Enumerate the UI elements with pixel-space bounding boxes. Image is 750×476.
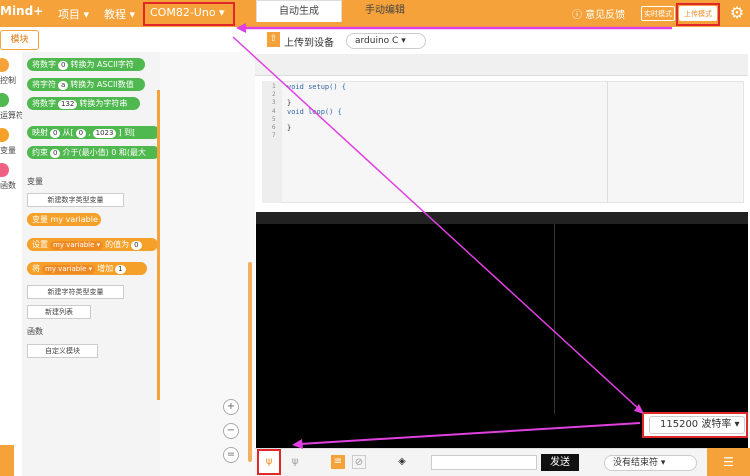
- new-list-button[interactable]: 新建列表: [27, 305, 91, 319]
- upload-to-device-button[interactable]: 上传到设备: [284, 34, 334, 49]
- variable-section-title: 变量: [27, 177, 43, 186]
- code-line: void setup() {: [287, 83, 347, 91]
- port-selector[interactable]: COM82-Uno ▾: [150, 6, 225, 19]
- code-line: }: [287, 124, 292, 132]
- code-line: }: [287, 99, 292, 107]
- tab-manual-edit[interactable]: 手动编辑: [342, 0, 428, 22]
- corner-widget-icon[interactable]: ☰: [707, 448, 750, 476]
- category-variable-label[interactable]: 变量: [0, 145, 16, 156]
- serial-divider: [554, 224, 555, 414]
- gear-icon[interactable]: ⚙: [727, 3, 747, 23]
- mindplus-logo: Mind+: [0, 4, 44, 18]
- new-string-variable-button[interactable]: 新建字符类型变量: [27, 285, 124, 299]
- send-button[interactable]: 发送: [541, 454, 579, 471]
- upload-mode-button[interactable]: 上传模式: [679, 6, 717, 21]
- block-change-variable[interactable]: 将 my variable ▾ 增加 1: [27, 262, 147, 275]
- block-num-to-ascii[interactable]: 将数字 0 转换为 ASCII字符: [27, 58, 145, 71]
- upload-icon[interactable]: ⇧: [267, 32, 280, 47]
- line-number: 6: [272, 124, 276, 131]
- category-function-label[interactable]: 函数: [0, 180, 16, 191]
- editor-divider: [607, 81, 608, 203]
- block-map[interactable]: 映射 0 从[0, 1023] 到[: [27, 126, 160, 139]
- zoom-in-icon[interactable]: +: [223, 399, 239, 415]
- code-line: void loop() {: [287, 108, 342, 116]
- category-control-label[interactable]: 控制: [0, 75, 16, 86]
- menu-project[interactable]: 项目 ▾: [58, 6, 89, 22]
- custom-module-button[interactable]: 自定义模块: [27, 344, 98, 358]
- workspace-scrollbar[interactable]: [248, 262, 252, 462]
- block-char-to-ascii[interactable]: 将字符 a 转换为 ASCII数值: [27, 78, 145, 91]
- line-ending-select[interactable]: 没有结束符 ▾: [604, 455, 697, 471]
- line-number: 7: [272, 132, 276, 139]
- feedback-link[interactable]: ⓘ 意见反馈: [572, 6, 625, 21]
- extension-button[interactable]: [0, 445, 14, 476]
- realtime-mode-button[interactable]: 实时模式: [641, 6, 675, 21]
- plot-icon[interactable]: ◈: [395, 455, 409, 469]
- menu-tutorial[interactable]: 教程 ▾: [104, 6, 135, 22]
- line-number: 5: [272, 116, 276, 123]
- block-constrain[interactable]: 约束 0 介于(最小值) 0 和(最大: [27, 146, 160, 159]
- block-num-to-string[interactable]: 将数字 132 转换为字符串: [27, 97, 140, 110]
- scroll-lock-icon[interactable]: ≡: [331, 455, 345, 469]
- serial-send-input[interactable]: [431, 455, 537, 470]
- usb-disconnect-icon[interactable]: ψ: [288, 455, 302, 469]
- tab-auto-generate[interactable]: 自动生成: [256, 0, 342, 22]
- clear-output-icon[interactable]: ⊘: [352, 455, 366, 469]
- block-workspace[interactable]: [160, 52, 255, 476]
- function-section-title: 函数: [27, 327, 43, 336]
- zoom-reset-icon[interactable]: =: [223, 447, 239, 463]
- new-number-variable-button[interactable]: 新建数字类型变量: [27, 193, 124, 207]
- zoom-out-icon[interactable]: −: [223, 423, 239, 439]
- serial-monitor-header: [256, 212, 748, 224]
- line-number: 4: [272, 108, 276, 115]
- code-editor[interactable]: [262, 81, 744, 203]
- block-variable[interactable]: 变量 my variable: [27, 213, 101, 226]
- line-number: 1: [272, 83, 276, 90]
- line-number: 3: [272, 99, 276, 106]
- line-number: 2: [272, 91, 276, 98]
- board-select[interactable]: arduino C ▾: [346, 33, 426, 49]
- module-tab[interactable]: 模块: [0, 30, 39, 50]
- code-tabs: [255, 54, 748, 76]
- baud-rate-select[interactable]: 115200 波特率 ▾: [649, 416, 745, 434]
- usb-connect-icon[interactable]: ψ: [262, 455, 276, 469]
- category-operator-label[interactable]: 运算符: [0, 110, 24, 121]
- block-set-variable[interactable]: 设置 my variable ▾ 的值为 0: [27, 238, 158, 251]
